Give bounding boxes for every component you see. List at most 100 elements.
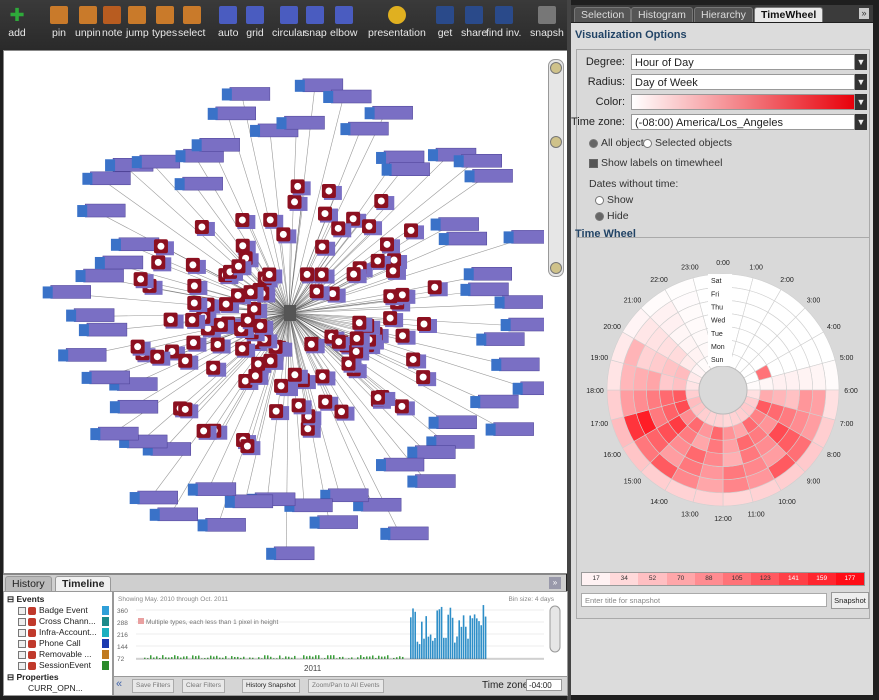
chevron-down-icon[interactable]: ▼: [855, 54, 867, 70]
entity-node[interactable]: [499, 357, 540, 372]
entity-node[interactable]: [436, 415, 477, 430]
histogram-bar[interactable]: [360, 655, 362, 659]
histogram-bar[interactable]: [150, 655, 152, 659]
entity-node[interactable]: [478, 394, 519, 409]
entity-node[interactable]: [118, 237, 160, 252]
entity-node[interactable]: [388, 526, 429, 541]
entity-node[interactable]: [520, 381, 544, 396]
histogram-bar[interactable]: [231, 656, 233, 659]
entity-node[interactable]: [446, 231, 488, 246]
histogram-bar[interactable]: [267, 655, 269, 659]
timezone-field[interactable]: -04:00: [526, 679, 562, 691]
timezone-select[interactable]: (-08:00) America/Los_Angeles: [631, 114, 855, 130]
histogram-bar[interactable]: [264, 655, 266, 659]
histogram-bar[interactable]: [418, 644, 421, 659]
zoom-level-knob[interactable]: [550, 136, 562, 148]
entity-node[interactable]: [65, 348, 107, 362]
collapse-toggle-icon[interactable]: ⊟: [7, 672, 14, 682]
timeline-zoom-slider[interactable]: [549, 605, 561, 653]
entity-node[interactable]: [415, 445, 456, 459]
histogram-bar[interactable]: [270, 656, 272, 659]
entity-node[interactable]: [84, 203, 126, 218]
histogram-bar[interactable]: [306, 656, 308, 659]
histogram-bar[interactable]: [216, 655, 218, 659]
histogram-bar[interactable]: [402, 656, 404, 659]
toolbar-circular-button[interactable]: circular: [272, 6, 306, 48]
tab-histogram[interactable]: Histogram: [631, 7, 693, 22]
histogram-bar[interactable]: [162, 655, 164, 659]
histogram-bar[interactable]: [440, 606, 443, 659]
histogram-bar[interactable]: [186, 656, 188, 659]
tab-selection[interactable]: Selection: [574, 7, 632, 22]
entity-node[interactable]: [471, 267, 513, 281]
checkbox-icon[interactable]: [18, 662, 26, 670]
histogram-bar[interactable]: [384, 656, 386, 659]
tab-timewheel[interactable]: TimeWheel: [754, 7, 824, 22]
entity-node[interactable]: [102, 255, 144, 270]
histogram-bar[interactable]: [156, 656, 158, 659]
entity-node[interactable]: [50, 285, 91, 299]
histogram-bar[interactable]: [327, 655, 329, 659]
entity-node[interactable]: [229, 87, 271, 101]
properties-root[interactable]: ⊟ Properties: [4, 672, 112, 683]
rewind-icon[interactable]: «: [116, 678, 122, 690]
collapse-panel-icon[interactable]: »: [859, 8, 869, 19]
histogram-bar[interactable]: [312, 656, 314, 659]
entity-node[interactable]: [199, 138, 240, 152]
histogram-bar[interactable]: [445, 637, 447, 659]
event-color-swatch[interactable]: [102, 606, 109, 615]
entity-node[interactable]: [292, 498, 333, 513]
histogram-bar[interactable]: [449, 607, 452, 659]
entity-node[interactable]: [383, 457, 425, 472]
toolbar-find-inv--button[interactable]: find inv.: [486, 6, 521, 48]
hub-node[interactable]: [284, 305, 296, 321]
toolbar-jump-button[interactable]: jump: [126, 6, 149, 48]
histogram-bar[interactable]: [237, 656, 239, 659]
histogram-bar[interactable]: [438, 609, 441, 659]
histogram-bar[interactable]: [478, 621, 480, 659]
entity-node[interactable]: [383, 150, 425, 165]
zoom-all-events-button[interactable]: Zoom/Pan to All Events: [308, 679, 384, 693]
histogram-bar[interactable]: [177, 656, 179, 659]
histogram-bar[interactable]: [318, 655, 320, 659]
histogram-bar[interactable]: [458, 620, 460, 659]
entity-node[interactable]: [372, 105, 413, 120]
histogram-bar[interactable]: [243, 656, 245, 659]
toolbar-pin-button[interactable]: pin: [50, 6, 68, 48]
toolbar-presentation-button[interactable]: presentation: [368, 6, 426, 48]
event-color-swatch[interactable]: [102, 639, 109, 648]
entity-node[interactable]: [117, 399, 159, 414]
checkbox-icon[interactable]: [18, 618, 26, 626]
selected-objects-radio[interactable]: Selected objects: [643, 137, 732, 149]
timeline-histogram[interactable]: Showing May. 2010 through Oct. 2011 Bin s…: [114, 592, 567, 676]
graph-canvas[interactable]: [3, 50, 568, 574]
entity-node[interactable]: [89, 370, 130, 385]
histogram-bar[interactable]: [279, 655, 281, 659]
property-item[interactable]: CURR_OPN...: [4, 683, 112, 694]
entity-node[interactable]: [468, 282, 509, 297]
chevron-down-icon[interactable]: ▼: [855, 74, 867, 90]
histogram-bar[interactable]: [421, 621, 423, 659]
graph-nodes[interactable]: [42, 78, 544, 561]
timeline-panel[interactable]: Showing May. 2010 through Oct. 2011 Bin s…: [113, 591, 568, 677]
toolbar-get-button[interactable]: get: [436, 6, 454, 48]
histogram-bar[interactable]: [387, 655, 389, 659]
histogram-bar[interactable]: [460, 626, 463, 659]
chevron-down-icon[interactable]: ▼: [855, 114, 867, 130]
histogram-bar[interactable]: [333, 655, 335, 659]
histogram-bar[interactable]: [342, 656, 344, 659]
histogram-bar[interactable]: [210, 655, 212, 659]
histogram-bar[interactable]: [423, 638, 425, 659]
event-color-swatch[interactable]: [102, 661, 109, 670]
snapshot-button[interactable]: Snapshot: [831, 592, 869, 609]
collapse-toggle-icon[interactable]: ⊟: [7, 594, 14, 604]
entity-node[interactable]: [232, 494, 274, 509]
event-type-item[interactable]: Infra-Account...: [4, 627, 112, 638]
entity-node[interactable]: [157, 507, 198, 522]
histogram-bar[interactable]: [447, 614, 449, 659]
histogram-bar[interactable]: [195, 656, 197, 659]
show-radio[interactable]: Show: [595, 194, 633, 206]
entity-node[interactable]: [137, 490, 178, 505]
histogram-bar[interactable]: [467, 638, 469, 659]
histogram-bar[interactable]: [482, 605, 485, 659]
